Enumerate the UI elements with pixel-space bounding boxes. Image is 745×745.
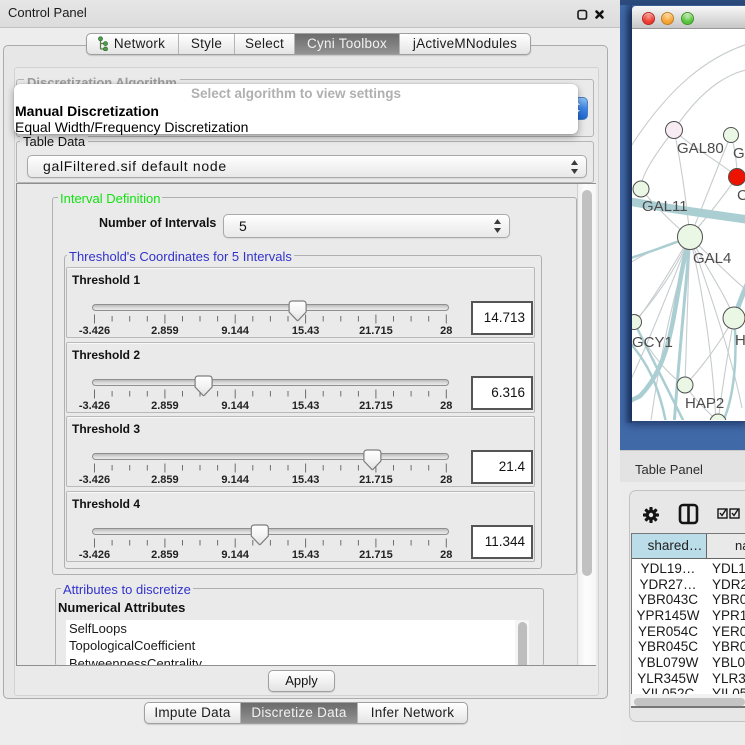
svg-text:28: 28 (440, 400, 452, 412)
svg-text:15.43: 15.43 (292, 474, 320, 486)
svg-text:GAL80: GAL80 (677, 140, 724, 157)
svg-text:-3.426: -3.426 (79, 474, 110, 486)
svg-text:28: 28 (440, 474, 452, 486)
svg-text:15.43: 15.43 (292, 400, 320, 412)
svg-text:-3.426: -3.426 (79, 549, 110, 561)
svg-text:21.715: 21.715 (359, 400, 393, 412)
svg-text:28: 28 (440, 549, 452, 561)
svg-text:21.715: 21.715 (359, 474, 393, 486)
svg-text:H: H (735, 332, 745, 349)
svg-text:GAL4: GAL4 (693, 250, 731, 267)
svg-text:28: 28 (440, 325, 452, 337)
svg-text:-3.426: -3.426 (79, 400, 110, 412)
svg-text:15.43: 15.43 (292, 549, 320, 561)
svg-text:9.144: 9.144 (221, 549, 249, 561)
svg-text:GA: GA (733, 145, 745, 162)
svg-text:2.859: 2.859 (151, 325, 179, 337)
svg-text:HAP2: HAP2 (685, 395, 724, 412)
svg-text:9.144: 9.144 (221, 400, 249, 412)
svg-text:21.715: 21.715 (359, 325, 393, 337)
svg-text:9.144: 9.144 (221, 325, 249, 337)
svg-text:GAL11: GAL11 (642, 198, 688, 215)
svg-text:C: C (737, 187, 745, 204)
svg-text:2.859: 2.859 (151, 474, 179, 486)
svg-text:9.144: 9.144 (221, 474, 249, 486)
svg-text:2.859: 2.859 (151, 400, 179, 412)
svg-text:2.859: 2.859 (151, 549, 179, 561)
svg-text:-3.426: -3.426 (79, 325, 110, 337)
svg-text:GCY1: GCY1 (632, 334, 673, 351)
svg-text:15.43: 15.43 (292, 325, 320, 337)
svg-text:21.715: 21.715 (359, 549, 393, 561)
